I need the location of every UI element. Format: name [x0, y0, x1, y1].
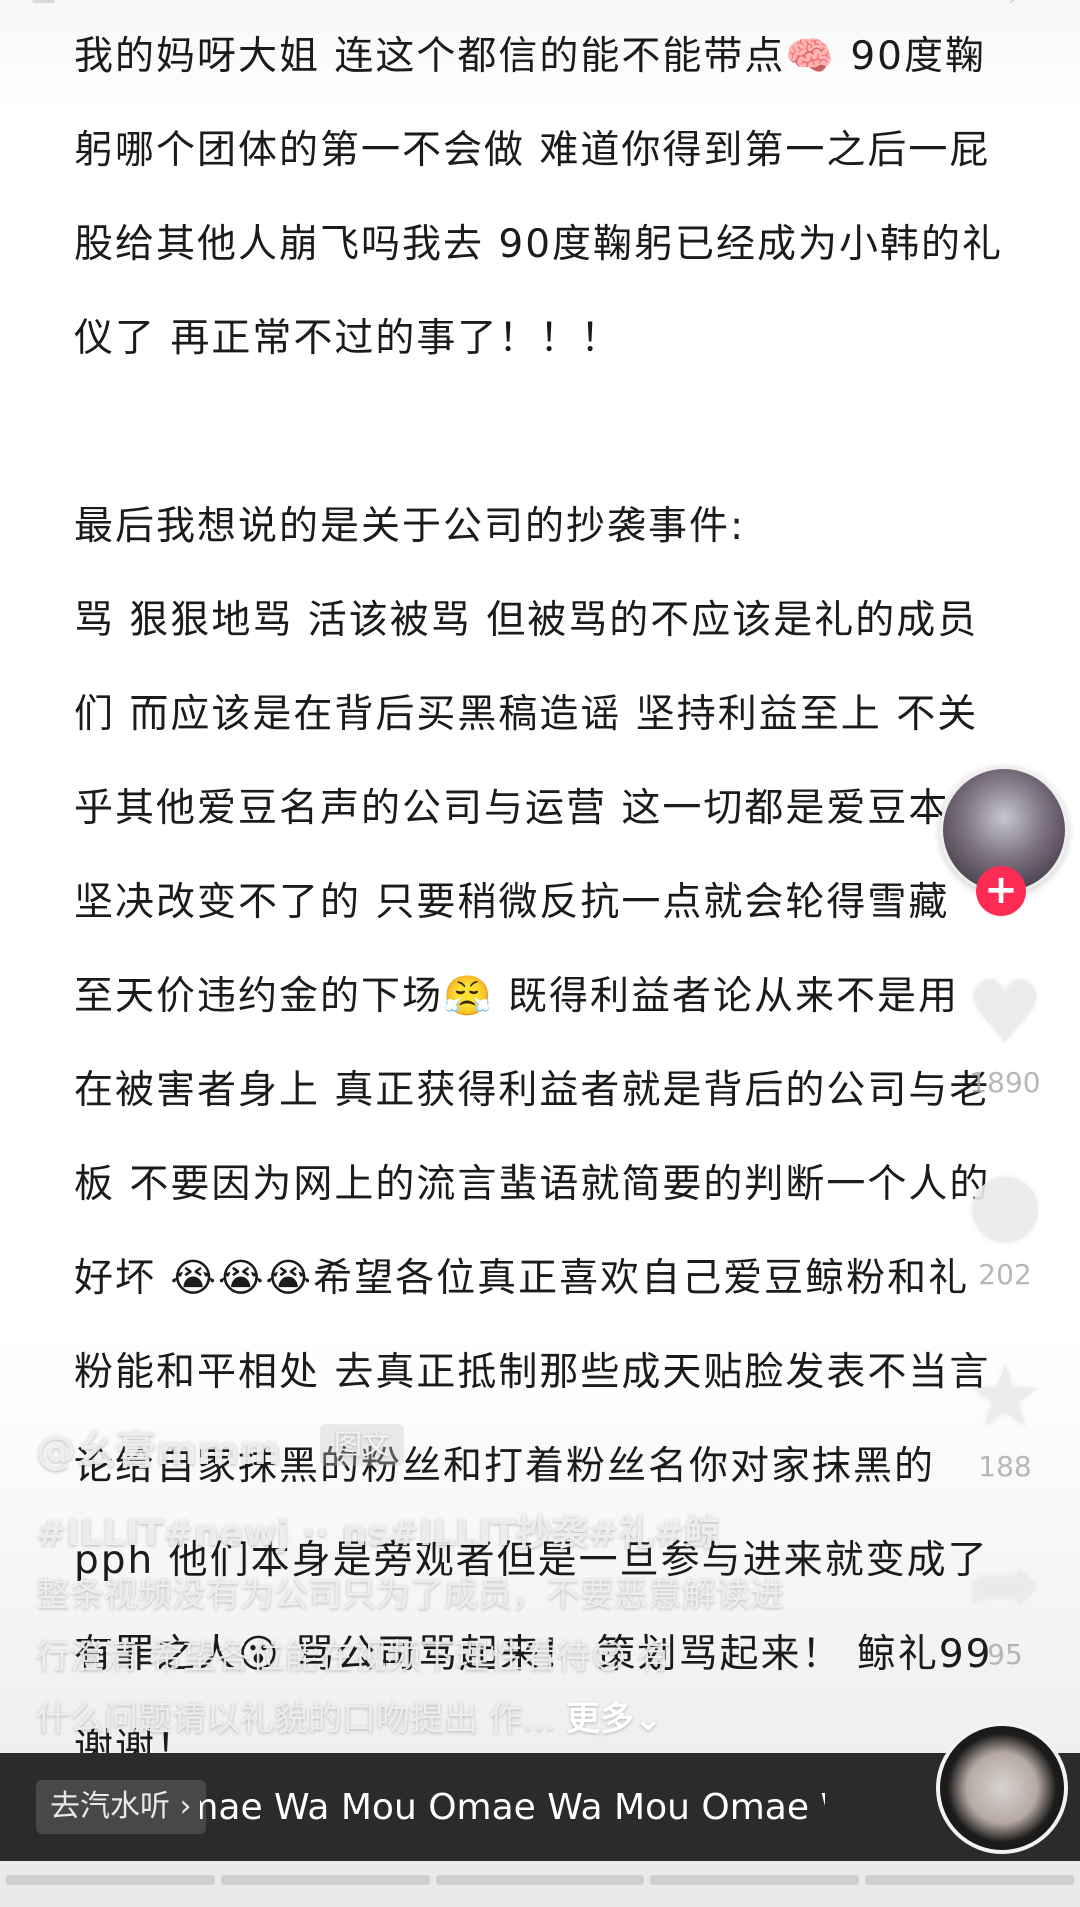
menu-icon[interactable]: ☰	[30, 0, 57, 11]
open-in-qishui-button[interactable]: 去汽水听 ›	[36, 1780, 206, 1834]
article-line: 股给其他人崩飞吗我去 90度鞠躬已经成为小韩的礼	[74, 222, 1004, 267]
share-count: 95	[987, 1638, 1023, 1671]
progress-segment	[6, 1875, 215, 1885]
share-icon[interactable]: ➦	[955, 1540, 1055, 1630]
description-line: 什么问题请以礼貌的口吻提出 作... 更多⌄	[36, 1688, 796, 1750]
article-line: 坚决改变不了的 只要稍微反抗一点就会轮得雪藏	[74, 880, 950, 925]
article-line: 至天价违约金的下场😤 既得利益者论从来不是用	[74, 974, 959, 1019]
hashtags[interactable]: #ILLIT#newj ·· ns#ILLIT抄袭#礼#鲸	[36, 1504, 720, 1556]
music-title-marquee: Omae Wa Mou Omae Wa Mou Omae Wa Mou	[200, 1783, 825, 1833]
comment-count: 202	[978, 1258, 1032, 1291]
description-line: 行澄清 希望各位能在视频下理性看待😎 有	[36, 1637, 672, 1677]
article-line: 最后我想说的是关于公司的抄袭事件:	[74, 504, 746, 549]
article-line: 我的妈呀大姐 连这个都信的能不能带点🧠 90度鞠	[74, 34, 986, 79]
heart-icon[interactable]: ♥	[955, 968, 1055, 1058]
music-bar[interactable]: 去汽水听 › Omae Wa Mou Omae Wa Mou Omae Wa M…	[0, 1753, 1080, 1861]
progress-segment	[865, 1875, 1074, 1885]
author-name[interactable]: @幺膏mmm	[36, 1418, 281, 1476]
article-line: 乎其他爱豆名声的公司与运营 这一切都是爱豆本人	[74, 786, 991, 831]
article-line: 骂 狠狠地骂 活该被骂 但被骂的不应该是礼的成员	[74, 598, 979, 643]
favorite-count: 188	[978, 1450, 1032, 1483]
article-line: 躬哪个团体的第一不会做 难道你得到第一之后一屁	[74, 128, 991, 173]
article-line: 板 不要因为网上的流言蜚语就简要的判断一个人的	[74, 1162, 991, 1207]
article-line: 粉能和平相处 去真正抵制那些成天贴脸发表不当言	[74, 1350, 991, 1395]
comment-icon[interactable]: ●	[955, 1158, 1055, 1248]
badge-label: 图文	[334, 1428, 391, 1461]
like-count: 1890	[969, 1066, 1041, 1099]
article-line: 好坏 😭😭😭希望各位真正喜欢自己爱豆鲸粉和礼	[74, 1256, 970, 1301]
article-line: 在被害者身上 真正获得利益者就是背后的公司与老	[74, 1068, 991, 1113]
description-line: 整条视频没有为公司只为了成员，不要恶意解读进	[36, 1575, 784, 1615]
progress-segment	[650, 1875, 860, 1885]
music-disc-icon[interactable]	[936, 1722, 1068, 1854]
star-icon[interactable]: ★	[955, 1352, 1055, 1442]
article-line: 们 而应该是在背后买黑稿造谣 坚持利益至上 不关	[74, 692, 979, 737]
music-title: Omae Wa Mou Omae Wa Mou Omae Wa Mou	[200, 1787, 825, 1828]
screenshot-frame: ☰ ⌕ 我的妈呀大姐 连这个都信的能不能带点🧠 90度鞠 躬哪个团体的第一不会做…	[0, 0, 1080, 1907]
follow-plus-icon[interactable]: +	[976, 866, 1026, 916]
carousel-progress	[0, 1875, 1080, 1885]
description-line-text: 什么问题请以礼貌的口吻提出 作...	[36, 1699, 567, 1739]
progress-segment	[435, 1875, 645, 1885]
progress-segment	[220, 1875, 430, 1885]
description: 整条视频没有为公司只为了成员，不要恶意解读进 行澄清 希望各位能在视频下理性看待…	[36, 1564, 796, 1750]
image-text-badge: 图文	[320, 1424, 405, 1466]
more-button[interactable]: 更多⌄	[566, 1699, 663, 1739]
article-line: 仪了 再正常不过的事了！！！	[74, 316, 622, 361]
